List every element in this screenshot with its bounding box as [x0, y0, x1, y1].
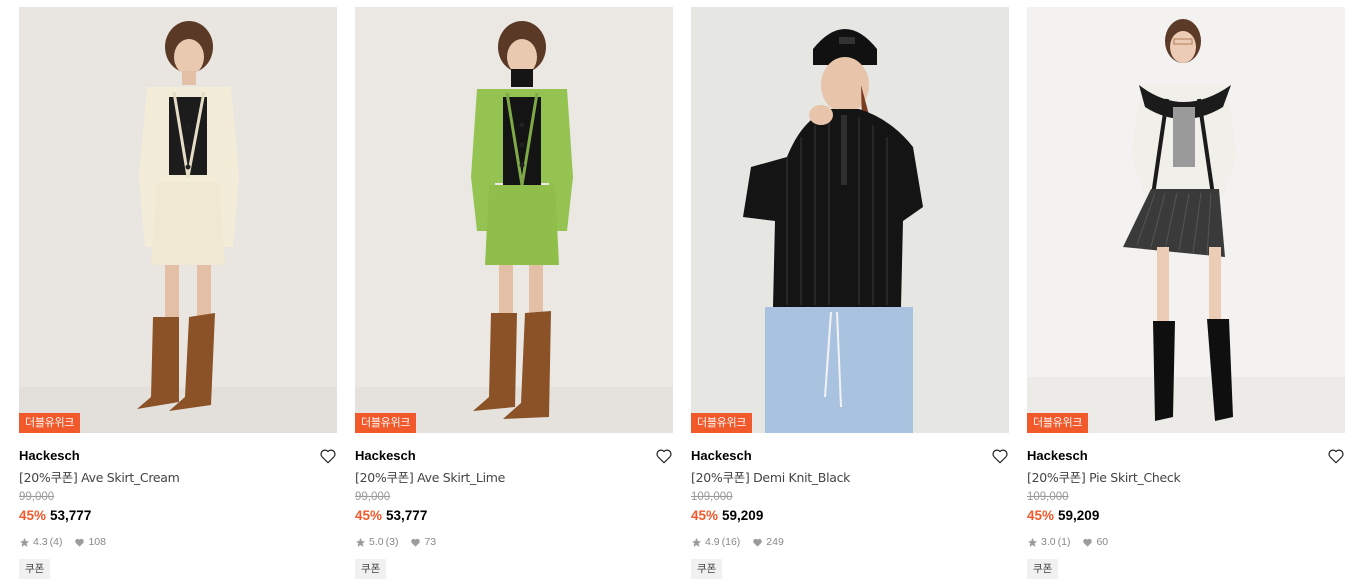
price-row: 45% 59,209	[1027, 507, 1345, 525]
star-icon	[1027, 537, 1038, 547]
heart-filled-icon	[75, 538, 85, 547]
like-count: 249	[766, 536, 784, 548]
heart-icon[interactable]	[1327, 447, 1345, 465]
product-meta: 5.0 (3) 73	[355, 534, 673, 550]
coupon-tag: 쿠폰	[691, 559, 723, 579]
brand-name[interactable]: Hackesch	[19, 445, 337, 467]
heart-icon[interactable]	[319, 447, 337, 465]
coupon-tag: 쿠폰	[19, 559, 51, 579]
promo-badge: 더블유위크	[355, 413, 417, 433]
coupon-tag: 쿠폰	[1027, 559, 1059, 579]
like-count: 73	[424, 536, 437, 548]
heart-icon[interactable]	[655, 447, 673, 465]
sale-price: 59,209	[1058, 508, 1100, 523]
review-count: (3)	[385, 536, 399, 548]
rating-value: 3.0	[1041, 536, 1056, 548]
promo-badge: 더블유위크	[19, 413, 81, 433]
star-icon	[355, 537, 366, 547]
review-count: (4)	[49, 536, 63, 548]
product-grid: 더블유위크 Hackesch [20%쿠폰] Ave Skirt_Cream 9…	[0, 0, 1356, 585]
rating-value: 4.9	[705, 536, 720, 548]
heart-icon[interactable]	[991, 447, 1009, 465]
price-row: 45% 59,209	[691, 507, 1009, 525]
product-image[interactable]: 더블유위크	[19, 7, 337, 433]
rating-value: 5.0	[369, 536, 384, 548]
like-count: 60	[1096, 536, 1109, 548]
brand-name[interactable]: Hackesch	[691, 445, 1009, 467]
heart-filled-icon	[411, 538, 421, 547]
coupon-tag: 쿠폰	[355, 559, 387, 579]
product-name[interactable]: [20%쿠폰] Demi Knit_Black	[691, 468, 1009, 488]
brand-name[interactable]: Hackesch	[1027, 445, 1345, 467]
sale-price: 59,209	[722, 508, 764, 523]
discount-rate: 45%	[1027, 508, 1055, 523]
product-name[interactable]: [20%쿠폰] Ave Skirt_Cream	[19, 468, 337, 488]
original-price: 109,000	[1027, 491, 1069, 503]
heart-filled-icon	[753, 538, 763, 547]
product-image[interactable]: 더블유위크	[355, 7, 673, 433]
review-count: (16)	[721, 536, 741, 548]
product-name[interactable]: [20%쿠폰] Ave Skirt_Lime	[355, 468, 673, 488]
product-image[interactable]: 더블유위크	[1027, 7, 1345, 433]
product-card[interactable]: 더블유위크 Hackesch [20%쿠폰] Pie Skirt_Check 1…	[1027, 7, 1345, 579]
price-row: 45% 53,777	[355, 507, 673, 525]
promo-badge: 더블유위크	[1027, 413, 1089, 433]
discount-rate: 45%	[355, 508, 383, 523]
product-card[interactable]: 더블유위크 Hackesch [20%쿠폰] Demi Knit_Black 1…	[691, 7, 1009, 579]
discount-rate: 45%	[691, 508, 719, 523]
sale-price: 53,777	[50, 508, 92, 523]
like-count: 108	[88, 536, 106, 548]
product-name[interactable]: [20%쿠폰] Pie Skirt_Check	[1027, 468, 1345, 488]
product-card[interactable]: 더블유위크 Hackesch [20%쿠폰] Ave Skirt_Cream 9…	[19, 7, 337, 579]
product-meta: 4.9 (16) 249	[691, 534, 1009, 550]
product-meta: 3.0 (1) 60	[1027, 534, 1345, 550]
product-image[interactable]: 더블유위크	[691, 7, 1009, 433]
star-icon	[19, 537, 30, 547]
price-row: 45% 53,777	[19, 507, 337, 525]
promo-badge: 더블유위크	[691, 413, 753, 433]
product-card[interactable]: 더블유위크 Hackesch [20%쿠폰] Ave Skirt_Lime 99…	[355, 7, 673, 579]
heart-filled-icon	[1083, 538, 1093, 547]
original-price: 99,000	[355, 491, 391, 503]
review-count: (1)	[1057, 536, 1071, 548]
original-price: 99,000	[19, 491, 55, 503]
star-icon	[691, 537, 702, 547]
sale-price: 53,777	[386, 508, 428, 523]
rating-value: 4.3	[33, 536, 48, 548]
product-meta: 4.3 (4) 108	[19, 534, 337, 550]
discount-rate: 45%	[19, 508, 47, 523]
brand-name[interactable]: Hackesch	[355, 445, 673, 467]
original-price: 109,000	[691, 491, 733, 503]
